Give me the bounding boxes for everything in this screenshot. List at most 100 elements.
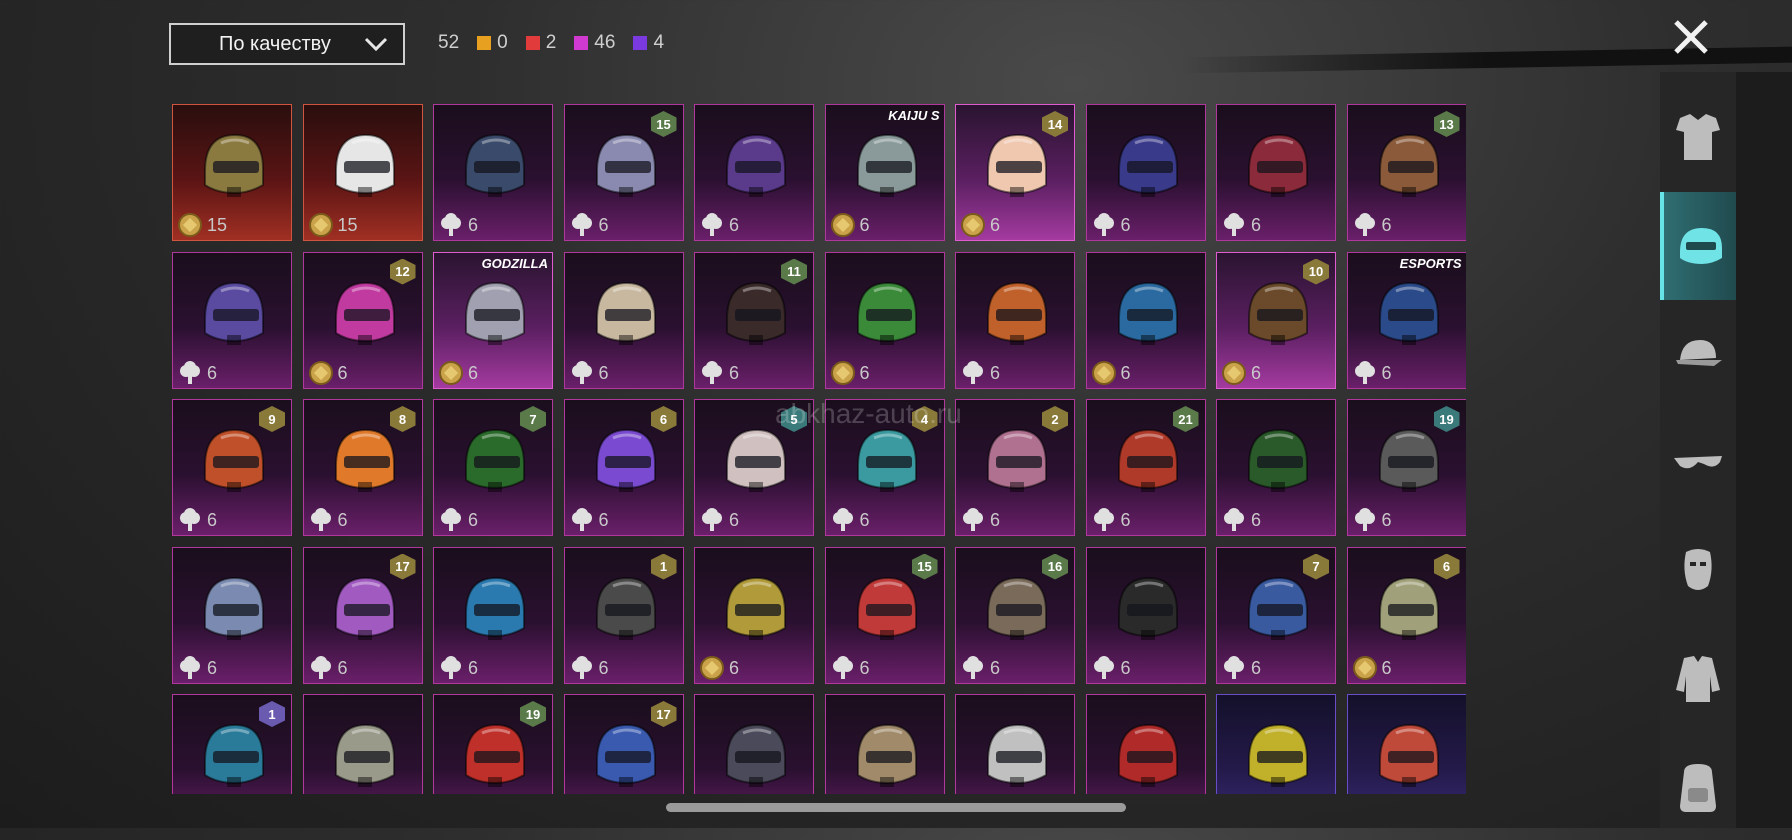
item-count: 6 xyxy=(859,510,870,530)
helmet-item-card[interactable]: 6 xyxy=(433,546,553,684)
helmet-icon xyxy=(1680,228,1722,264)
item-count: 6 xyxy=(1251,362,1262,383)
helmet-item-card[interactable]: 6 13 xyxy=(1346,104,1466,241)
item-count: 6 xyxy=(468,657,479,678)
helmet-item-card[interactable]: 6 ESPORTS xyxy=(1346,251,1466,389)
helmet-item-card[interactable] xyxy=(302,694,423,794)
scroll-indicator[interactable] xyxy=(666,803,1126,812)
helmet-item-card[interactable]: 67 xyxy=(1216,546,1336,684)
helmet-item-card[interactable]: 6 16 xyxy=(955,546,1075,684)
helmet-item-card[interactable]: 6 xyxy=(563,251,684,389)
brand-tag: KAIJU S xyxy=(888,108,940,123)
helmet-item-card[interactable] xyxy=(824,694,945,794)
helmet-item-card[interactable]: 6 xyxy=(172,251,292,389)
helmet-item-card[interactable]: 64 xyxy=(824,399,945,536)
item-count: 15 xyxy=(337,215,358,235)
legendary-swatch xyxy=(477,36,492,50)
helmet-icon xyxy=(465,281,525,345)
item-count: 6 xyxy=(1251,510,1262,530)
sidebar-item-helmet[interactable] xyxy=(1660,192,1736,300)
helmet-item-card[interactable]: 6 xyxy=(1085,104,1206,241)
helmet-icon xyxy=(856,723,917,787)
helmet-item-card[interactable]: 6 17 xyxy=(302,546,423,684)
helmet-item-card[interactable]: 67 xyxy=(433,399,553,536)
tree-icon xyxy=(571,508,592,531)
helmet-item-card[interactable]: 6 KAIJU S xyxy=(824,104,945,241)
helmet-item-card[interactable]: 6 xyxy=(1085,251,1206,389)
item-count: 6 xyxy=(1381,657,1392,678)
item-count: 6 xyxy=(1251,215,1262,235)
coin-icon xyxy=(1222,360,1246,385)
sidebar-item-backpack[interactable] xyxy=(1660,732,1736,840)
helmet-item-card[interactable]: 6 xyxy=(172,546,292,684)
helmet-item-card[interactable]: 6 14 xyxy=(955,104,1075,241)
item-count: 6 xyxy=(729,657,740,678)
helmet-item-card[interactable]: 6 xyxy=(1085,546,1206,684)
helmet-item-card[interactable]: 61 xyxy=(563,546,684,684)
helmet-item-card[interactable] xyxy=(1085,694,1206,794)
helmet-item-card[interactable]: 6 12 xyxy=(302,251,423,389)
helmet-icon xyxy=(1378,723,1439,787)
coin-icon xyxy=(1352,655,1377,680)
helmet-icon xyxy=(726,723,786,787)
helmet-item-card[interactable]: 6 15 xyxy=(563,104,684,241)
sidebar-item-outfit[interactable] xyxy=(1660,84,1736,192)
helmet-item-card[interactable]: 15 xyxy=(302,104,423,241)
helmet-icon xyxy=(987,576,1047,640)
helmet-icon xyxy=(1117,723,1178,787)
sort-dropdown[interactable]: По качеству xyxy=(169,23,405,65)
sidebar-item-glasses[interactable] xyxy=(1660,408,1736,516)
sidebar-item-cap[interactable] xyxy=(1660,300,1736,408)
helmet-item-card[interactable]: 66 xyxy=(563,399,684,536)
mythic-swatch xyxy=(525,36,540,50)
helmet-icon xyxy=(595,281,656,345)
tree-icon xyxy=(702,213,722,236)
helmet-item-card[interactable]: 6 15 xyxy=(824,546,945,684)
sidebar-item-mask[interactable] xyxy=(1660,516,1736,624)
helmet-item-card[interactable]: 66 xyxy=(1346,546,1466,684)
item-count: 6 xyxy=(859,657,870,678)
helmet-icon xyxy=(334,576,395,640)
item-count: 6 xyxy=(1381,215,1392,235)
item-count: 6 xyxy=(729,510,740,530)
helmet-item-card[interactable]: 6 xyxy=(694,546,814,684)
brand-tag: GODZILLA xyxy=(481,255,548,271)
helmet-item-card[interactable]: 1 xyxy=(172,694,292,794)
item-count: 6 xyxy=(729,215,740,235)
helmet-item-card[interactable]: 17 xyxy=(563,694,684,794)
item-count: 6 xyxy=(1381,362,1392,383)
helmet-item-card[interactable]: 6 10 xyxy=(1216,251,1336,389)
helmet-item-card[interactable]: 62 xyxy=(955,399,1075,536)
sidebar-item-jacket[interactable] xyxy=(1660,624,1736,732)
helmet-item-card[interactable]: 6 11 xyxy=(694,251,814,389)
helmet-item-card[interactable]: 6 xyxy=(1216,104,1336,241)
helmet-item-card[interactable]: 6 xyxy=(694,104,814,241)
helmet-item-card[interactable]: 69 xyxy=(172,399,292,536)
sort-dropdown-label: По качеству xyxy=(219,32,331,55)
helmet-item-card[interactable] xyxy=(1346,694,1466,794)
helmet-item-card[interactable]: 6 xyxy=(433,104,553,241)
helmet-item-card[interactable]: 65 xyxy=(694,399,814,536)
helmet-icon xyxy=(987,428,1047,492)
helmet-item-card[interactable]: 15 xyxy=(172,104,292,241)
inventory-grid-viewport[interactable]: 15 15 6 6 15 6 6 KAIJU S 6 14 6 6 6 13 6 6 12 6 GODZILLA 6 6… xyxy=(172,104,1466,794)
helmet-item-card[interactable]: 6 GODZILLA xyxy=(433,251,553,389)
helmet-item-card[interactable]: 6 21 xyxy=(1085,399,1206,536)
item-count: 6 xyxy=(468,215,479,235)
helmet-item-card[interactable] xyxy=(955,694,1075,794)
helmet-item-card[interactable]: 6 19 xyxy=(1346,399,1466,536)
outfit-icon xyxy=(1676,114,1720,160)
close-icon[interactable] xyxy=(1668,14,1714,60)
helmet-item-card[interactable]: 68 xyxy=(302,399,423,536)
item-count: 6 xyxy=(207,510,218,530)
coin-icon xyxy=(961,213,985,237)
tree-icon xyxy=(180,508,200,531)
helmet-item-card[interactable] xyxy=(694,694,814,794)
helmet-item-card[interactable] xyxy=(1216,694,1336,794)
helmet-item-card[interactable]: 6 xyxy=(955,251,1075,389)
helmet-item-card[interactable]: 19 xyxy=(433,694,553,794)
helmet-item-card[interactable]: 6 xyxy=(824,251,945,389)
mask-icon xyxy=(1684,549,1712,590)
helmet-item-card[interactable]: 6 xyxy=(1216,399,1336,536)
tree-icon xyxy=(441,655,461,679)
